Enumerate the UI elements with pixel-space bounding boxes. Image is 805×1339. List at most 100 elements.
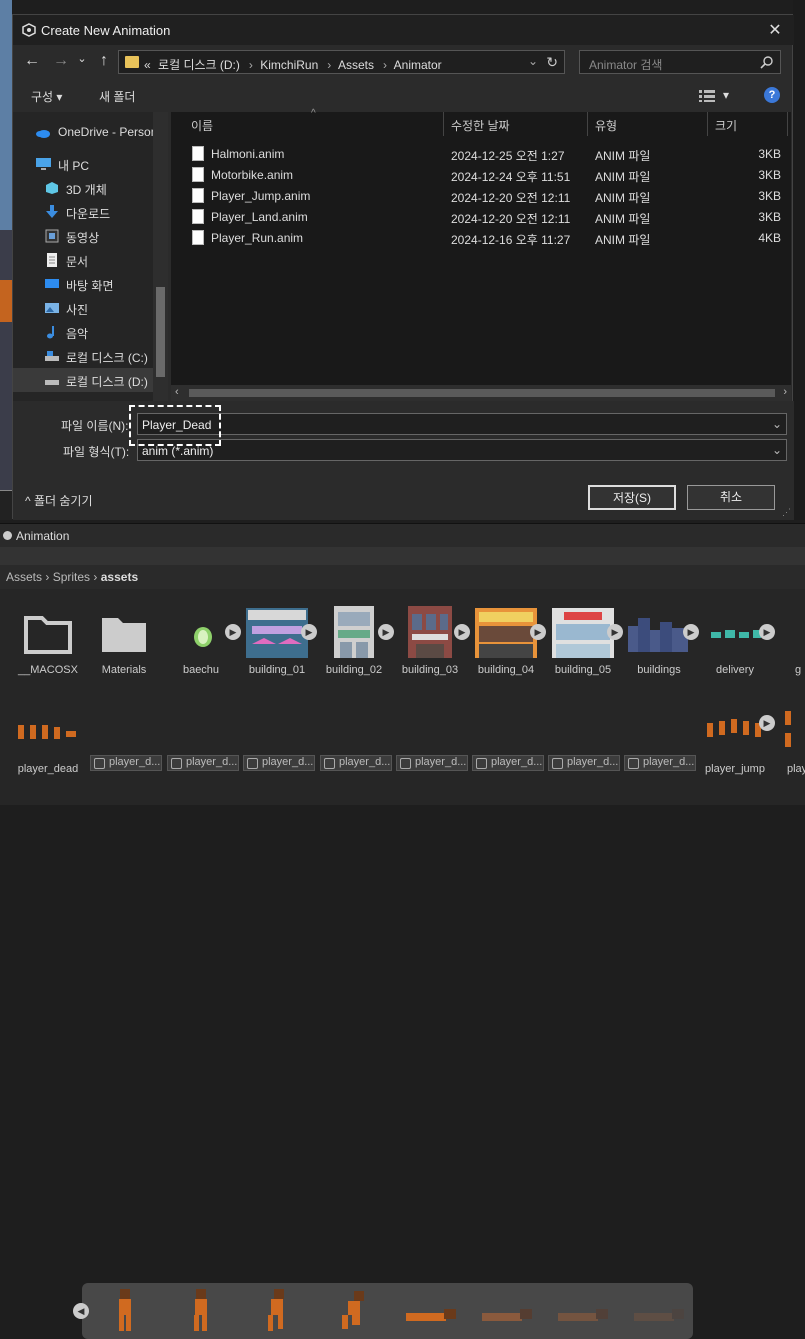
expand-sprite-button[interactable]: ▶: [530, 624, 546, 640]
address-dropdown-icon[interactable]: ⌄: [528, 54, 538, 68]
asset-item[interactable]: play: [773, 697, 805, 777]
breadcrumb-drive[interactable]: 로컬 디스크 (D:): [158, 58, 240, 72]
asset-item[interactable]: ▶ building_04: [468, 598, 546, 678]
player-dead-frame-4[interactable]: [338, 1287, 368, 1333]
resize-grip-icon[interactable]: ⋰: [782, 507, 791, 518]
breadcrumb-current[interactable]: assets: [101, 570, 138, 584]
back-button[interactable]: ←: [22, 52, 42, 72]
sub-sprite-label[interactable]: player_d...: [472, 755, 544, 771]
up-button[interactable]: ↑: [94, 52, 114, 72]
column-divider[interactable]: [787, 112, 788, 136]
column-divider[interactable]: [707, 112, 708, 136]
chevron-down-icon[interactable]: ⌄: [772, 443, 782, 457]
save-button[interactable]: 저장(S): [588, 485, 676, 510]
nav-item-drive-c[interactable]: 로컬 디스크 (C:): [13, 344, 163, 368]
column-divider[interactable]: [587, 112, 588, 136]
asset-label: buildings: [637, 664, 681, 676]
file-row[interactable]: Player_Run.anim 2024-12-16 오후 11:27 ANIM…: [171, 227, 791, 248]
nav-item-desktop[interactable]: 바탕 화면: [13, 272, 163, 296]
chevron-down-icon[interactable]: ⌄: [772, 417, 782, 431]
asset-item[interactable]: g: [773, 598, 805, 678]
breadcrumb-assets[interactable]: Assets: [338, 58, 374, 72]
organize-button[interactable]: 구성 ▾: [31, 88, 62, 105]
address-bar[interactable]: « 로컬 디스크 (D:) › KimchiRun › Assets › Animat…: [118, 50, 565, 74]
view-options-icon[interactable]: [699, 90, 715, 102]
filetype-select[interactable]: anim (*.anim) ⌄: [137, 439, 787, 461]
search-input[interactable]: Animator 검색: [579, 50, 781, 74]
asset-item[interactable]: ▶ building_02: [316, 598, 394, 678]
help-icon[interactable]: ?: [764, 87, 780, 103]
view-dropdown[interactable]: ▾: [723, 88, 729, 102]
file-row[interactable]: Player_Jump.anim 2024-12-20 오전 12:11 ANI…: [171, 185, 791, 206]
asset-item[interactable]: __MACOSX: [10, 598, 86, 678]
file-row[interactable]: Motorbike.anim 2024-12-24 오후 11:51 ANIM …: [171, 164, 791, 185]
nav-item-documents[interactable]: 문서: [13, 248, 163, 272]
sub-sprite-label[interactable]: player_d...: [396, 755, 468, 771]
breadcrumb-animator[interactable]: Animator: [394, 58, 442, 72]
sub-sprite-label[interactable]: player_d...: [624, 755, 696, 771]
hide-folders-toggle[interactable]: ^ 폴더 숨기기: [25, 492, 93, 509]
sub-sprite-label[interactable]: player_d...: [320, 755, 392, 771]
close-button[interactable]: ✕: [764, 20, 786, 40]
player-dead-frame-1[interactable]: [110, 1287, 140, 1333]
horizontal-scrollbar[interactable]: ‹ ›: [171, 385, 791, 401]
asset-item[interactable]: ▶ buildings: [621, 598, 699, 678]
file-icon: [192, 230, 204, 245]
sub-sprite-label[interactable]: player_d...: [90, 755, 162, 771]
sub-sprite-label[interactable]: player_d...: [167, 755, 239, 771]
breadcrumb-sprites[interactable]: Sprites: [53, 570, 90, 584]
player-dead-frame-6[interactable]: [480, 1305, 536, 1325]
asset-item[interactable]: ▶ building_03: [392, 598, 470, 678]
nav-item-videos[interactable]: 동영상: [13, 224, 163, 248]
player-dead-frame-7[interactable]: [556, 1305, 612, 1325]
filename-input[interactable]: Player_Dead ⌄: [137, 413, 787, 435]
recent-dropdown[interactable]: ⌄: [75, 52, 89, 72]
player-dead-frame-8[interactable]: [632, 1305, 688, 1325]
scroll-left-icon[interactable]: ‹: [175, 386, 179, 398]
nav-item-downloads[interactable]: 다운로드: [13, 200, 163, 224]
column-header-size[interactable]: 크기: [715, 117, 737, 139]
desktop-icon: [45, 279, 59, 288]
asset-item[interactable]: ▶ delivery: [697, 598, 775, 678]
asset-item[interactable]: Materials: [86, 598, 162, 678]
player-dead-frame-3[interactable]: [262, 1287, 292, 1333]
asset-item[interactable]: ▶ baechu: [163, 598, 241, 678]
nav-item-3d-objects[interactable]: 3D 개체: [13, 176, 163, 200]
player-dead-frame-2[interactable]: [186, 1287, 216, 1333]
column-header-name[interactable]: 이름: [191, 117, 213, 139]
nav-item-music[interactable]: 음악: [13, 320, 163, 344]
file-row[interactable]: Player_Land.anim 2024-12-20 오전 12:11 ANI…: [171, 206, 791, 227]
file-row[interactable]: Halmoni.anim 2024-12-25 오전 1:27 ANIM 파일 …: [171, 143, 791, 164]
nav-item-pictures[interactable]: 사진: [13, 296, 163, 320]
scrollbar-thumb[interactable]: [189, 389, 775, 397]
player-dead-frame-5[interactable]: [404, 1305, 460, 1325]
cancel-button[interactable]: 취소: [687, 485, 775, 510]
nav-item-label: 바탕 화면: [66, 279, 114, 293]
refresh-icon[interactable]: ↻: [546, 54, 558, 71]
onedrive-icon: [36, 130, 50, 138]
nav-item-drive-d[interactable]: 로컬 디스크 (D:): [13, 368, 163, 392]
nav-item-pc[interactable]: 내 PC: [13, 152, 163, 176]
breadcrumb-overflow[interactable]: «: [144, 58, 151, 72]
expanded-sprite-frames: ◀: [73, 1283, 693, 1339]
asset-item[interactable]: ▶ player_jump: [697, 697, 775, 777]
column-header-date[interactable]: 수정한 날짜: [451, 117, 510, 139]
new-folder-button[interactable]: 새 폴더: [99, 88, 135, 105]
column-header-type[interactable]: 유형: [595, 117, 617, 139]
sub-sprite-label[interactable]: player_d...: [548, 755, 620, 771]
scroll-right-icon[interactable]: ›: [783, 386, 787, 398]
asset-item[interactable]: ▶ building_01: [239, 598, 317, 678]
nav-item-onedrive[interactable]: OneDrive - Person: [13, 120, 163, 144]
breadcrumb-kimchirun[interactable]: KimchiRun: [260, 58, 318, 72]
asset-item[interactable]: player_dead: [10, 697, 86, 777]
scrollbar-thumb[interactable]: [156, 287, 165, 377]
asset-item[interactable]: ▶ building_05: [545, 598, 623, 678]
animation-panel-title[interactable]: Animation: [16, 529, 69, 543]
collapse-sprite-button[interactable]: ◀: [73, 1303, 89, 1319]
sub-sprite-label[interactable]: player_d...: [243, 755, 315, 771]
expand-sprite-button[interactable]: ▶: [301, 624, 317, 640]
forward-button[interactable]: →: [51, 52, 71, 72]
nav-pane-scrollbar[interactable]: [153, 112, 168, 401]
column-divider[interactable]: [443, 112, 444, 136]
breadcrumb-assets[interactable]: Assets: [6, 570, 42, 584]
